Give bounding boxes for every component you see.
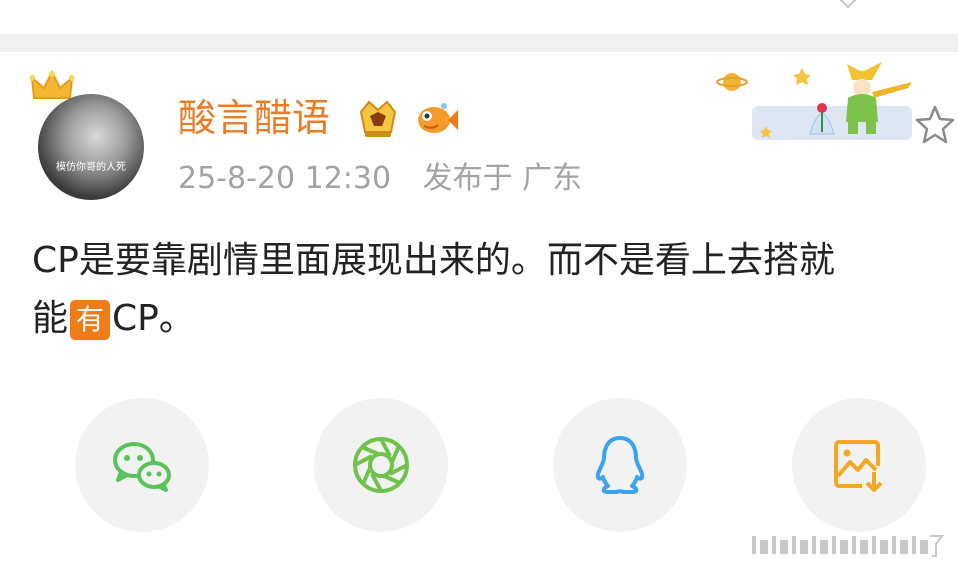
profile-decoration [716,62,912,140]
watermark-logo [752,535,944,557]
avatar-caption: 模仿你哥的人死 [56,162,126,173]
post-text: CP是要靠剧情里面展现出来的。而不是看上去搭就 能有 CP。 [32,232,958,348]
wechat-icon [113,442,171,492]
save-image-icon [834,440,883,492]
avatar-container[interactable]: 模仿你哥的人死 [30,70,148,202]
post-line-2-prefix: 能 [32,298,69,339]
share-wechat-button[interactable] [75,398,209,532]
avatar[interactable]: 模仿你哥的人死 [38,94,144,200]
vip-badge-icon[interactable] [355,98,401,140]
post-line-1: CP是要靠剧情里面展现出来的。而不是看上去搭就 [32,240,835,281]
save-image-button[interactable] [792,398,926,532]
username[interactable]: 酸言醋语 [178,96,330,140]
post-meta: 25-8-20 12:30 发布于 广东 [178,160,604,198]
section-divider [0,34,958,52]
fish-badge-icon[interactable] [414,100,460,138]
qq-icon [595,436,645,494]
post-line-2: 能有 CP。 [32,290,958,348]
post-line-2-suffix: CP。 [112,298,195,339]
top-bar [0,0,958,34]
moments-icon [353,437,409,493]
share-moments-button[interactable] [314,398,448,532]
chevron-down-icon[interactable] [839,0,857,9]
star-icon[interactable] [914,104,956,146]
post-location: 发布于 广东 [422,161,583,196]
you-emoji-icon: 有 [70,300,111,340]
share-qq-button[interactable] [553,398,687,532]
post-date: 25-8-20 12:30 [178,161,392,196]
